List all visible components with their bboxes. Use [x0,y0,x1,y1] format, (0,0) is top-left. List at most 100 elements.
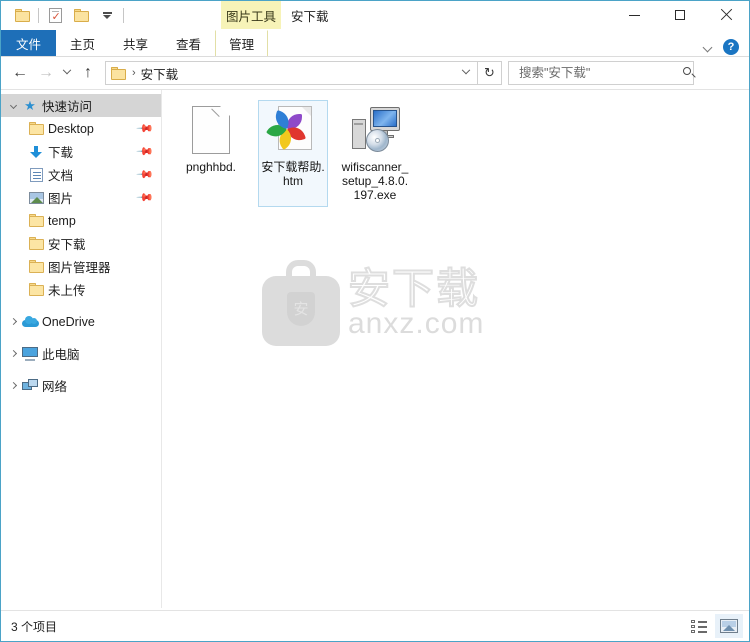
new-folder-checked-icon[interactable]: ✓ [42,3,68,27]
installer-exe-icon [349,104,401,156]
search-input[interactable] [517,65,682,81]
large-icons-view-icon [720,619,738,633]
help-button[interactable]: ? [723,39,739,55]
status-bar: 3 个项目 [1,610,749,641]
pin-star-icon: ★ [24,97,36,113]
sidebar-item-network[interactable]: 网络 [1,374,161,397]
file-name: 安下载帮助.htm [261,160,325,188]
sidebar-item-documents[interactable]: 文档 📌 [1,163,161,186]
sidebar-item-desktop[interactable]: Desktop 📌 [1,117,161,140]
close-icon [720,9,732,21]
sidebar-item-label: 此电脑 [42,348,80,362]
watermark-cn-text: 安下载 [347,263,481,313]
file-explorer-window: ✓ 图片工具 安下载 文件 主页 共享 查看 管理 ? ← → ↑ › 安下载 … [0,0,750,642]
forward-button[interactable]: → [33,60,59,86]
chevron-down-icon[interactable] [5,98,21,114]
sidebar-item-label: 图片 [48,192,74,206]
onedrive-cloud-icon [21,314,39,330]
pin-icon[interactable]: 📌 [135,189,153,207]
folder-icon [14,8,30,22]
pin-icon[interactable]: 📌 [135,166,153,184]
explorer-body: ★ 快速访问 Desktop 📌 下载 📌 文档 📌 图片 📌 temp 安下载… [1,89,749,608]
sidebar-item-this-pc[interactable]: 此电脑 [1,342,161,365]
customize-qat-dropdown[interactable] [94,3,120,27]
window-controls [611,1,749,29]
chevron-right-icon[interactable] [5,378,21,394]
navigation-pane[interactable]: ★ 快速访问 Desktop 📌 下载 📌 文档 📌 图片 📌 temp 安下载… [1,90,162,608]
watermark-en-text: anxz.com [348,306,485,340]
search-box[interactable] [508,61,696,85]
sidebar-item-label: 网络 [42,380,68,394]
chevron-right-icon[interactable] [5,314,21,330]
sidebar-item-not-uploaded[interactable]: 未上传 [1,278,161,301]
blank-page-icon [185,101,237,156]
maximize-button[interactable] [657,1,703,29]
folder-icon [27,236,45,252]
this-pc-icon [21,346,39,362]
documents-icon [27,167,45,183]
properties-folder-icon[interactable] [9,3,35,27]
folder-icon [73,8,89,22]
breadcrumb-current[interactable]: 安下载 [141,64,179,83]
chevron-right-icon[interactable] [5,346,21,362]
back-button[interactable]: ← [7,60,33,86]
toolbar-divider [123,7,124,23]
file-name: wifiscanner_setup_4.8.0.197.exe [341,160,409,202]
navigation-bar: ← → ↑ › 安下载 ↻ [1,57,749,89]
downloads-icon [27,144,45,160]
file-list-pane[interactable]: 安 安下载 anxz.com pnghhbd. 安下载帮助.htm wifisc… [162,90,749,608]
address-dropdown-button[interactable] [457,62,475,84]
toolbar-divider [38,7,39,23]
folder-icon [27,259,45,275]
details-view-button[interactable] [685,614,713,638]
tab-share[interactable]: 共享 [109,30,162,56]
arrow-left-icon: ← [12,64,28,81]
title-bar: ✓ 图片工具 安下载 [1,1,749,29]
refresh-button[interactable]: ↻ [478,61,502,85]
sidebar-item-onedrive[interactable]: OneDrive [1,310,161,333]
close-button[interactable] [703,1,749,29]
pictures-icon [27,190,45,206]
address-bar[interactable]: › 安下载 [105,61,478,85]
chevron-down-icon[interactable] [701,40,715,54]
tab-view[interactable]: 查看 [162,30,215,56]
pin-icon[interactable]: 📌 [135,120,153,138]
tab-file[interactable]: 文件 [1,30,57,56]
tab-manage[interactable]: 管理 [215,30,269,56]
ribbon-tab-bar: 文件 主页 共享 查看 管理 ? [1,29,749,57]
html-document-icon [266,104,319,156]
tab-home[interactable]: 主页 [56,30,109,56]
sidebar-item-temp[interactable]: temp [1,209,161,232]
sidebar-item-anxiazai[interactable]: 安下载 [1,232,161,255]
sidebar-item-picture-manager[interactable]: 图片管理器 [1,255,161,278]
sidebar-item-label: 文档 [48,169,74,183]
sidebar-item-label: Desktop [48,121,94,136]
large-icons-view-button[interactable] [715,614,743,638]
folder-icon [27,282,45,298]
contextual-tab-group-label: 图片工具 [221,1,281,29]
sidebar-item-pictures[interactable]: 图片 📌 [1,186,161,209]
sidebar-item-downloads[interactable]: 下载 📌 [1,140,161,163]
sidebar-item-quick-access[interactable]: ★ 快速访问 [1,94,161,117]
sidebar-item-label: 快速访问 [42,100,93,114]
file-grid: pnghhbd. 安下载帮助.htm wifiscanner_setup_4.8… [162,90,749,207]
new-folder-icon[interactable] [68,3,94,27]
maximize-icon [675,10,685,20]
file-item[interactable]: wifiscanner_setup_4.8.0.197.exe [340,100,410,207]
file-item[interactable]: pnghhbd. [176,100,246,207]
folder-icon [111,66,126,80]
item-count-label: 3 个项目 [11,619,58,634]
arrow-right-icon: → [38,64,54,81]
up-button[interactable]: ↑ [75,60,101,86]
file-item[interactable]: 安下载帮助.htm [258,100,328,207]
search-icon[interactable] [682,66,696,80]
document-check-icon: ✓ [48,7,62,23]
shield-char: 安 [287,291,315,326]
pin-icon[interactable]: 📌 [135,143,153,161]
recent-locations-button[interactable] [59,60,75,86]
sidebar-item-label: OneDrive [42,314,95,329]
sidebar-item-label: temp [48,213,76,228]
folder-icon [27,121,45,137]
minimize-button[interactable] [611,1,657,29]
sidebar-item-label: 未上传 [48,284,86,298]
